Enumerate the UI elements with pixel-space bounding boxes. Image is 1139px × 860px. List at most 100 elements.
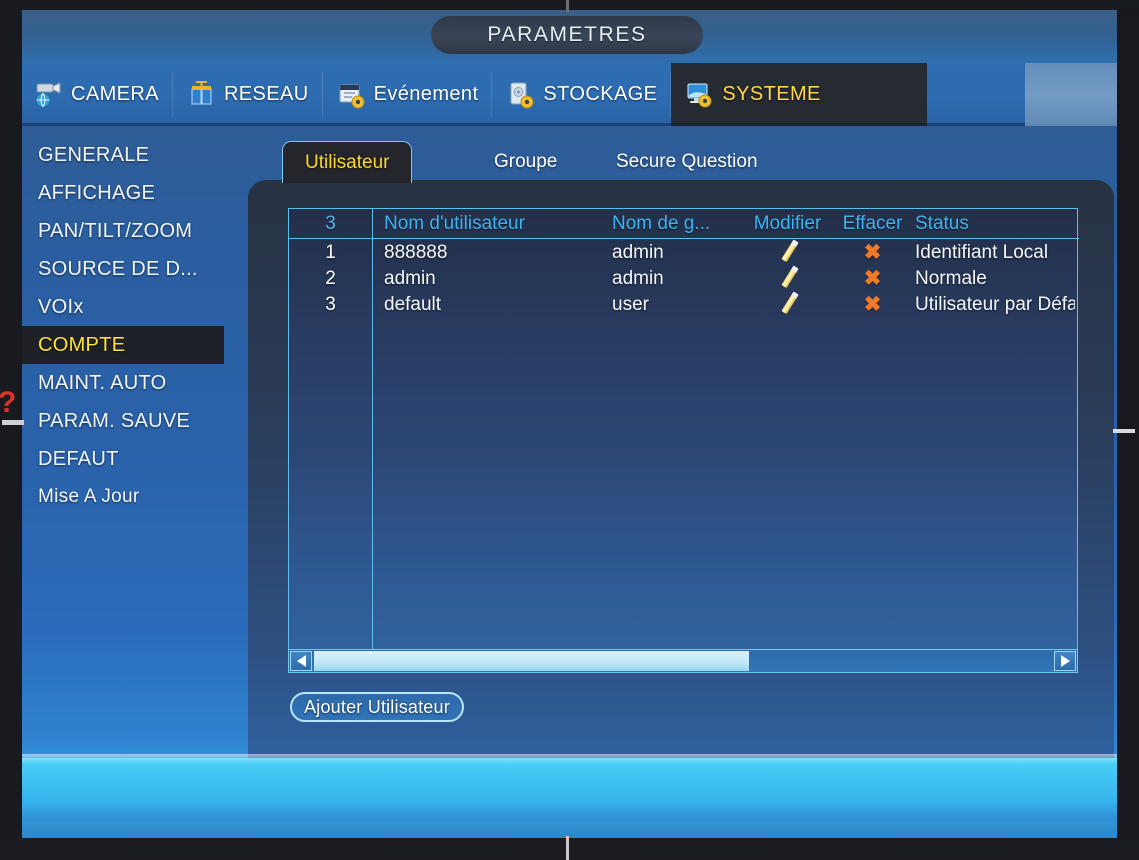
sidebar-label-param-sauve: PARAM. SAUVE [38, 410, 191, 432]
row-delete-cell[interactable]: ✖ [830, 293, 915, 317]
sidebar-item-param-sauve[interactable]: PARAM. SAUVE [20, 402, 238, 440]
sidebar-label-generale: GENERALE [38, 144, 150, 166]
row-status: Utilisateur par Défa [915, 294, 1075, 315]
tab-secure-question[interactable]: Secure Question [594, 141, 780, 183]
table-row[interactable]: 3 default user ✖ Utilisateur par Défa [289, 292, 1079, 318]
sidebar-item-defaut[interactable]: DEFAUT [20, 440, 238, 478]
table-header-row: 3 Nom d'utilisateur Nom de g... Modifier… [289, 211, 1079, 237]
dvr-settings-window: PARAMETRES CAMERA RESEAU Evénement STOCK… [20, 8, 1120, 838]
triangle-left-icon [296, 655, 306, 667]
bezel-seam-bottom [566, 836, 569, 860]
sidebar-label-mise-a-jour: Mise A Jour [38, 486, 140, 507]
scrollbar-left-arrow[interactable] [290, 651, 312, 671]
sidebar-label-source-de-donnees: SOURCE DE D... [38, 258, 198, 280]
sidebar-label-voix: VOIx [38, 296, 84, 318]
header-modify: Modifier [753, 213, 822, 234]
user-table: 3 Nom d'utilisateur Nom de g... Modifier… [288, 208, 1079, 657]
nav-item-evenement[interactable]: Evénement [323, 63, 493, 126]
network-icon [187, 80, 217, 109]
event-icon [337, 81, 367, 109]
sidebar-item-generale[interactable]: GENERALE [20, 136, 238, 174]
row-status: Normale [915, 268, 987, 289]
sidebar-item-maint-auto[interactable]: MAINT. AUTO [20, 364, 238, 402]
nav-item-stockage[interactable]: STOCKAGE [492, 63, 672, 126]
scrollbar-right-arrow[interactable] [1054, 651, 1076, 671]
tab-label-utilisateur: Utilisateur [305, 152, 390, 173]
row-status: Identifiant Local [915, 242, 1049, 263]
pencil-icon[interactable] [777, 268, 799, 290]
row-index: 2 [325, 268, 336, 289]
row-groupname: admin [612, 268, 664, 289]
row-username: admin [384, 268, 436, 289]
nav-label-evenement: Evénement [373, 83, 479, 105]
pencil-icon[interactable] [777, 242, 799, 264]
table-row[interactable]: 2 admin admin ✖ Normale [289, 266, 1079, 292]
sidebar-item-source-de-donnees[interactable]: SOURCE DE D... [20, 250, 238, 288]
row-delete-cell[interactable]: ✖ [830, 241, 915, 265]
triangle-right-icon [1060, 655, 1070, 667]
table-row[interactable]: 1 888888 admin ✖ Identifiant Local [289, 240, 1079, 266]
tab-utilisateur[interactable]: Utilisateur [282, 141, 413, 183]
system-icon [685, 81, 715, 109]
row-groupname: user [612, 294, 649, 315]
header-status: Status [915, 213, 969, 234]
sidebar-label-pan-tilt-zoom: PAN/TILT/ZOOM [38, 220, 193, 242]
horizontal-scrollbar[interactable] [288, 649, 1078, 673]
nav-item-camera[interactable]: CAMERA [20, 63, 173, 126]
nav-active-tab-extension [834, 63, 927, 126]
row-index: 1 [325, 242, 336, 263]
monitor-bezel-top [0, 0, 1139, 10]
bottom-glow-band [20, 754, 1120, 820]
sidebar-item-pan-tilt-zoom[interactable]: PAN/TILT/ZOOM [20, 212, 238, 250]
x-icon[interactable]: ✖ [864, 241, 882, 264]
nav-label-reseau: RESEAU [223, 83, 309, 105]
window-title-pill: PARAMETRES [431, 16, 703, 54]
sidebar-item-mise-a-jour[interactable]: Mise A Jour [20, 478, 238, 516]
sidebar-label-compte: COMPTE [38, 334, 126, 356]
row-username: 888888 [384, 242, 448, 263]
nav-item-reseau[interactable]: RESEAU [173, 63, 323, 126]
right-edge-marker [1113, 429, 1135, 433]
nav-label-stockage: STOCKAGE [543, 83, 658, 105]
sidebar-label-defaut: DEFAUT [38, 448, 119, 470]
main-navbar: CAMERA RESEAU Evénement STOCKAGE SYSTEME [20, 63, 1120, 126]
monitor-bezel-bottom [0, 838, 1139, 860]
row-groupname: admin [612, 242, 664, 263]
pencil-icon[interactable] [777, 294, 799, 316]
row-modify-cell[interactable] [745, 242, 830, 264]
nav-label-systeme: SYSTEME [722, 83, 821, 105]
scrollbar-thumb[interactable] [314, 651, 749, 671]
header-delete: Effacer [842, 213, 903, 234]
row-username: default [384, 294, 442, 315]
x-icon[interactable]: ✖ [864, 293, 882, 316]
sidebar-label-maint-auto: MAINT. AUTO [38, 372, 167, 394]
sidebar-label-affichage: AFFICHAGE [38, 182, 156, 204]
x-icon[interactable]: ✖ [864, 267, 882, 290]
question-mark-overlay: ? [0, 386, 18, 420]
header-username: Nom d'utilisateur [384, 213, 525, 234]
add-user-label: Ajouter Utilisateur [304, 696, 450, 717]
table-header-rule [289, 238, 1079, 239]
nav-right-panel [1025, 63, 1120, 126]
storage-icon [506, 81, 536, 109]
tab-label-secure-question: Secure Question [616, 151, 758, 172]
camera-icon [34, 81, 64, 109]
nav-label-camera: CAMERA [71, 83, 159, 105]
window-titlebar: PARAMETRES [20, 8, 1120, 63]
content-tabs: Utilisateur Groupe Secure Question [282, 141, 982, 183]
left-edge-marker [2, 420, 24, 425]
nav-item-systeme[interactable]: SYSTEME [671, 63, 835, 126]
add-user-button[interactable]: Ajouter Utilisateur [290, 692, 464, 722]
monitor-bezel-left [0, 0, 22, 860]
row-delete-cell[interactable]: ✖ [830, 267, 915, 291]
tab-groupe[interactable]: Groupe [472, 141, 579, 183]
header-groupname: Nom de g... [612, 213, 711, 234]
row-modify-cell[interactable] [745, 294, 830, 316]
tab-label-groupe: Groupe [494, 151, 558, 172]
sidebar-item-affichage[interactable]: AFFICHAGE [20, 174, 238, 212]
settings-sidebar: GENERALE AFFICHAGE PAN/TILT/ZOOM SOURCE … [20, 126, 238, 786]
row-modify-cell[interactable] [745, 268, 830, 290]
sidebar-item-compte[interactable]: COMPTE [20, 326, 224, 364]
bezel-seam-top [566, 0, 569, 12]
sidebar-item-voix[interactable]: VOIx [20, 288, 238, 326]
